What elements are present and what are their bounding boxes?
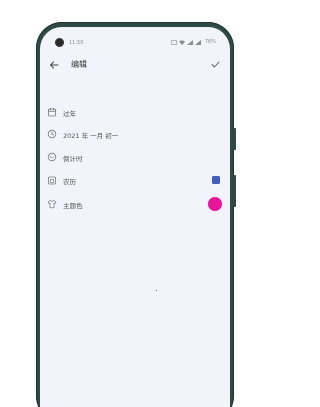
- countdown-icon: [47, 152, 57, 162]
- checkmark-icon: [213, 185, 219, 190]
- row-date-label: 2021 年 一月 初一: [63, 132, 119, 140]
- signal-icon: [186, 39, 193, 45]
- volume-button: [233, 175, 236, 207]
- row-name[interactable]: 过年: [40, 105, 230, 121]
- page-title: 编辑: [71, 60, 87, 69]
- status-time: 11:50: [69, 40, 84, 46]
- lunar-calendar-icon: [48, 176, 56, 185]
- row-lunar-label: 农历: [63, 178, 76, 186]
- calendar-icon: [48, 108, 56, 117]
- theme-color-swatch[interactable]: [208, 197, 222, 211]
- signal-2-icon: [194, 39, 201, 45]
- row-countdown-label: 倒计时: [63, 155, 83, 163]
- header-bar: 编辑: [40, 57, 230, 73]
- status-bar: 11:50 76%: [40, 27, 230, 47]
- wifi-icon: [178, 40, 185, 45]
- row-theme-color-label: 主题色: [63, 202, 83, 210]
- front-camera: [55, 38, 64, 47]
- lunar-checkbox[interactable]: [212, 176, 220, 190]
- battery-level: 76%: [204, 39, 216, 45]
- clock-icon: [47, 129, 57, 139]
- back-arrow-icon[interactable]: [48, 59, 60, 71]
- page: 11:50 76% 编辑 过年 2021 年 一月 初一 倒计时 农历 主题色: [0, 0, 270, 407]
- row-lunar[interactable]: 农历: [40, 173, 230, 190]
- confirm-check-icon[interactable]: [210, 59, 221, 70]
- row-name-label: 过年: [63, 110, 76, 118]
- status-icons: 76%: [171, 39, 216, 45]
- row-countdown[interactable]: 倒计时: [40, 150, 230, 166]
- shirt-icon: [47, 200, 57, 209]
- phone-screen: 11:50 76% 编辑 过年 2021 年 一月 初一 倒计时 农历 主题色: [40, 27, 230, 407]
- power-button: [233, 128, 236, 150]
- row-date[interactable]: 2021 年 一月 初一: [40, 127, 230, 143]
- screen-speck: [156, 290, 157, 291]
- row-theme-color[interactable]: 主题色: [40, 197, 230, 213]
- nfc-icon: [171, 39, 177, 45]
